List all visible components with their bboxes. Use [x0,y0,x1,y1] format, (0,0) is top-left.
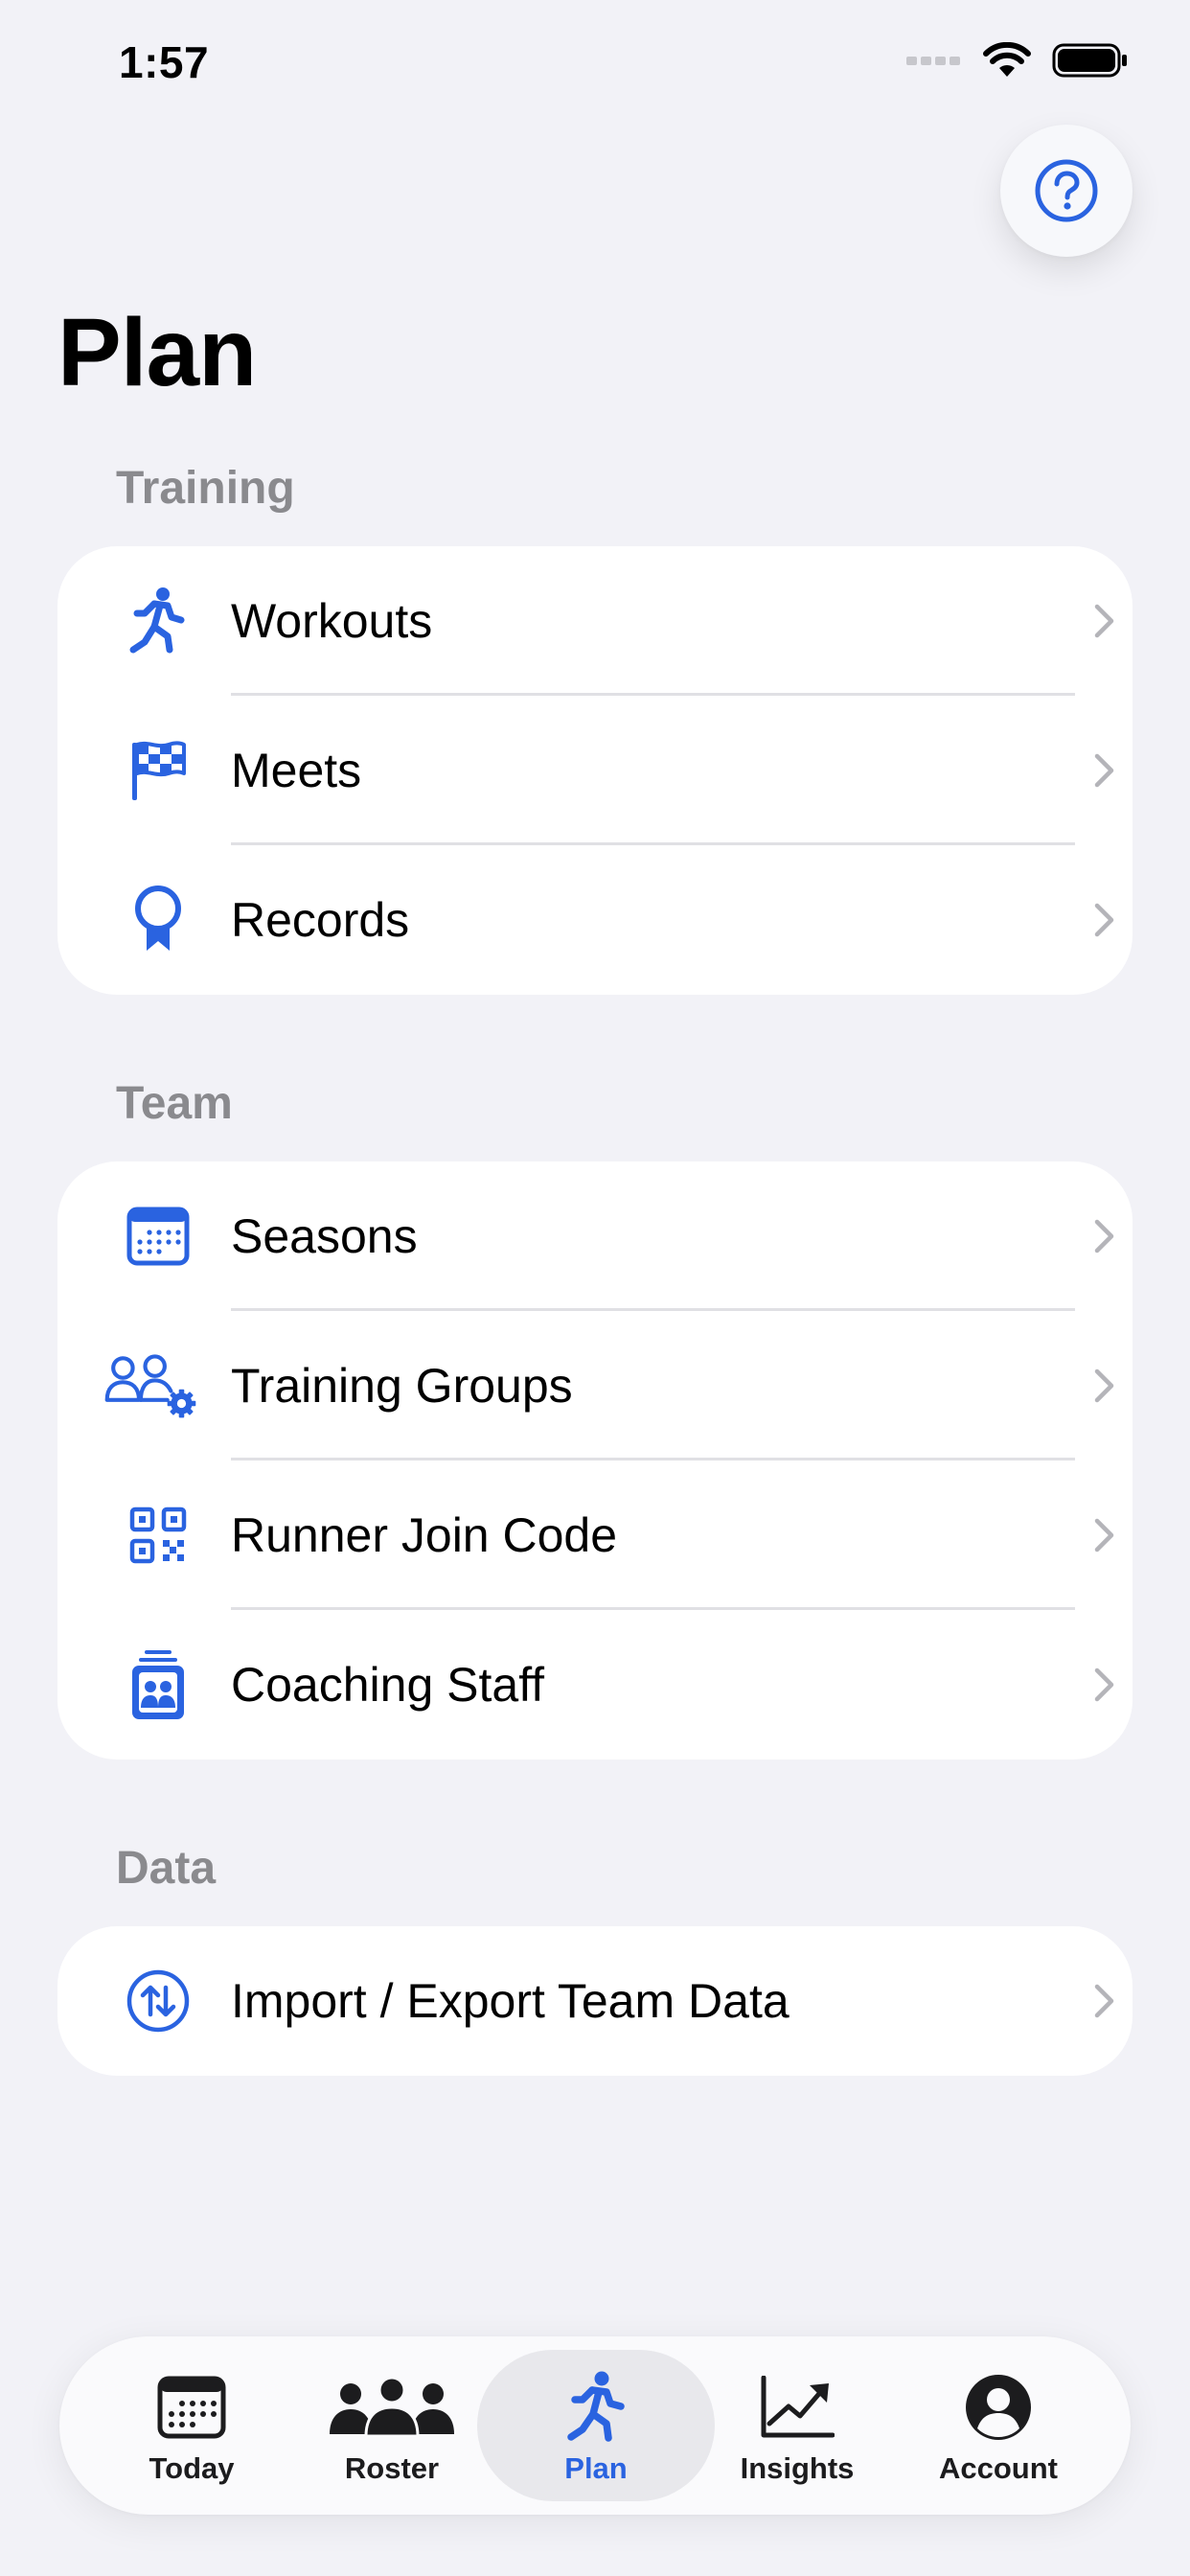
row-coaching-staff[interactable]: Coaching Staff [57,1610,1133,1760]
calendar-icon [157,2369,226,2446]
page-title: Plan [57,299,257,406]
chevron-right-icon [1092,1926,1117,2076]
row-label: Coaching Staff [231,1658,545,1712]
row-label: Records [231,893,410,947]
qr-code-icon [110,1460,206,1610]
row-label: Training Groups [231,1359,573,1413]
section-header-team: Team [116,1078,233,1129]
question-circle-icon [1035,159,1098,222]
tab-label: Insights [740,2451,855,2485]
wifi-icon [983,42,1031,77]
status-icons [906,42,1129,79]
status-time: 1:57 [119,37,210,87]
chevron-right-icon [1092,1610,1117,1760]
tab-insights[interactable]: Insights [692,2336,903,2515]
tab-label: Account [939,2451,1058,2485]
row-label: Import / Export Team Data [231,1974,790,2028]
tab-roster[interactable]: Roster [286,2336,497,2515]
row-import-export[interactable]: Import / Export Team Data [57,1926,1133,2076]
person-circle-icon [964,2369,1033,2446]
chevron-right-icon [1092,1162,1117,1311]
battery-icon [1052,43,1127,78]
calendar-icon [110,1162,206,1311]
row-label: Meets [231,744,362,797]
people-gear-icon [103,1311,199,1460]
plan-screen: 1:57 Plan Training Workouts Meets Record… [0,0,1190,2576]
tab-label: Roster [344,2451,440,2485]
cellular-signal-icon [906,57,960,65]
medal-icon [110,845,206,995]
arrows-up-down-circle-icon [110,1926,206,2076]
checkered-flag-icon [110,696,206,845]
section-header-training: Training [116,463,295,514]
id-badge-icon [110,1610,206,1760]
chevron-right-icon [1092,845,1117,995]
row-meets[interactable]: Meets [57,696,1133,845]
people-icon [330,2369,454,2446]
runner-icon [565,2369,627,2446]
training-group: Workouts Meets Records [57,546,1133,995]
tab-account[interactable]: Account [893,2336,1104,2515]
runner-icon [110,546,206,696]
team-group: Seasons Training Groups Runner Join Code… [57,1162,1133,1760]
row-workouts[interactable]: Workouts [57,546,1133,696]
row-seasons[interactable]: Seasons [57,1162,1133,1311]
row-label: Workouts [231,594,433,648]
tab-plan[interactable]: Plan [491,2336,701,2515]
chevron-right-icon [1092,1311,1117,1460]
tab-today[interactable]: Today [86,2336,297,2515]
tab-label: Today [149,2451,235,2485]
tab-label: Plan [564,2451,628,2485]
row-runner-join-code[interactable]: Runner Join Code [57,1460,1133,1610]
section-header-data: Data [116,1843,217,1894]
row-records[interactable]: Records [57,845,1133,995]
row-label: Seasons [231,1209,418,1263]
row-training-groups[interactable]: Training Groups [57,1311,1133,1460]
chevron-right-icon [1092,1460,1117,1610]
help-button[interactable] [1000,125,1133,257]
tab-bar: Today Roster Plan Insights Account [59,2336,1131,2515]
chevron-right-icon [1092,546,1117,696]
chevron-right-icon [1092,696,1117,845]
row-label: Runner Join Code [231,1508,618,1562]
data-group: Import / Export Team Data [57,1926,1133,2076]
chart-trend-icon [760,2369,835,2446]
